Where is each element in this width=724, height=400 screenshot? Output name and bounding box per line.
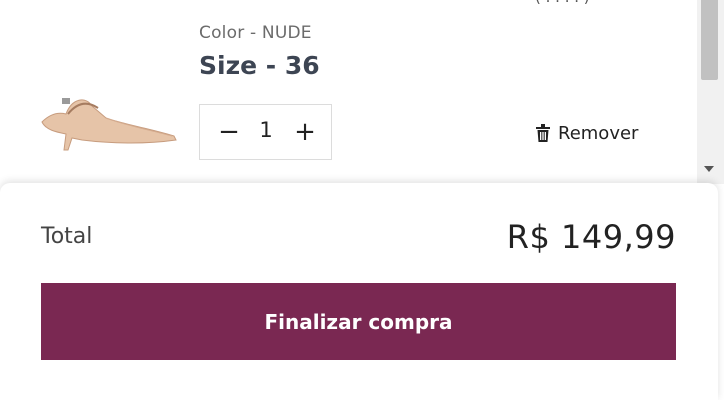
decrement-button[interactable]: −	[216, 116, 242, 148]
cut-off-text: ( . . . . )	[535, 0, 590, 6]
cart-summary: Total R$ 149,99 Finalizar compra	[0, 183, 718, 400]
scrollbar-thumb[interactable]	[701, 0, 718, 80]
total-value: R$ 149,99	[506, 218, 676, 256]
quantity-value: 1	[259, 118, 273, 142]
product-size: Size - 36	[199, 51, 320, 80]
remove-button[interactable]: Remover	[536, 121, 638, 145]
product-color: Color - NUDE	[199, 23, 312, 43]
total-label: Total	[41, 224, 93, 249]
increment-button[interactable]: +	[292, 116, 318, 148]
quantity-stepper: − 1 +	[199, 104, 332, 160]
checkout-button[interactable]: Finalizar compra	[41, 283, 676, 360]
product-image[interactable]	[38, 88, 180, 154]
scrollbar[interactable]	[697, 0, 724, 184]
remove-label: Remover	[558, 122, 639, 144]
scroll-down-icon[interactable]	[704, 166, 714, 172]
cart-item-area: ( . . . . ) Color - NUDE Size - 36 − 1 +…	[0, 0, 724, 184]
trash-icon	[536, 124, 550, 142]
